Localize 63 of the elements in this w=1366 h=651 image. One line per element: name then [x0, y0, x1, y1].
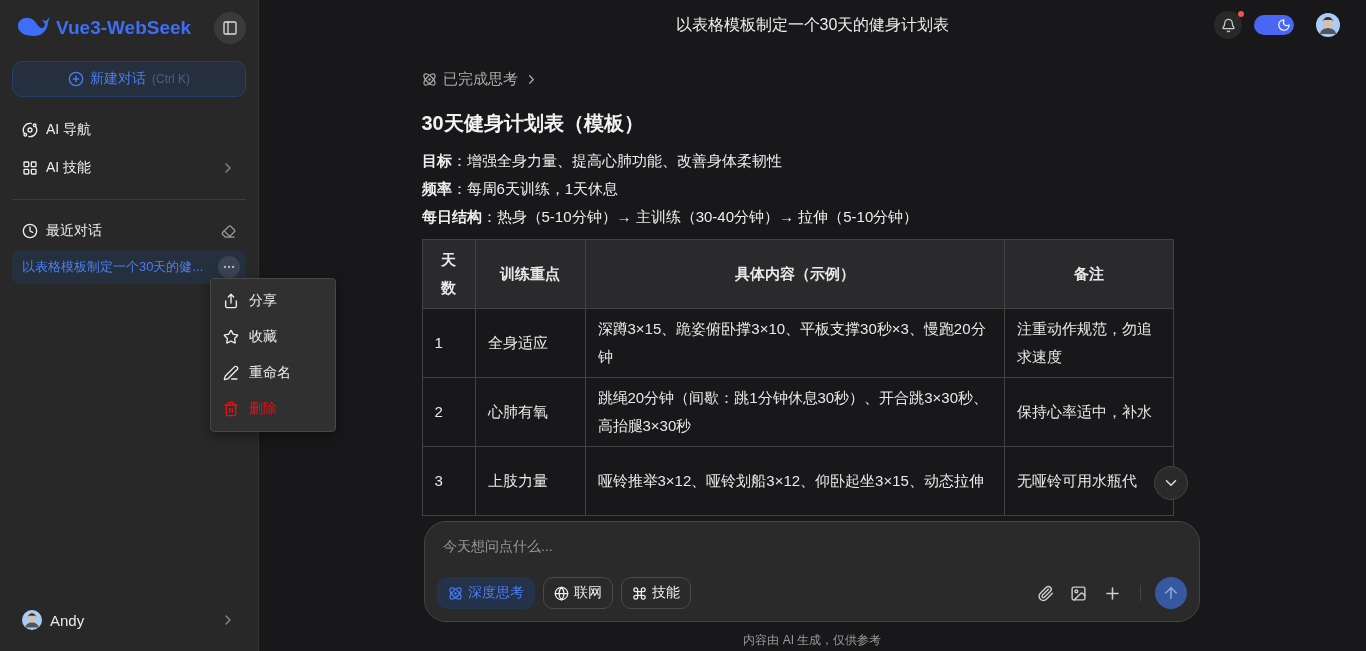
table-cell: 深蹲3×15、跪姿俯卧撑3×10、平板支撑30秒×3、慢跑20分钟	[585, 308, 1004, 378]
paragraph: 目标：增强全身力量、提高心肺功能、改善身体柔韧性	[421, 151, 783, 171]
share-icon	[223, 293, 239, 309]
star-icon	[223, 329, 239, 345]
command-icon	[632, 585, 647, 601]
menu-item[interactable]: 重命名	[211, 355, 335, 391]
table-cell: 全身适应	[475, 308, 585, 378]
pencil-icon	[223, 365, 239, 381]
new-chat-button[interactable]: 新建对话 (Ctrl K)	[12, 61, 246, 97]
scroll-down-button[interactable]	[1154, 466, 1188, 500]
more-button[interactable]	[218, 256, 240, 278]
grid-icon	[22, 160, 38, 176]
table-cell: 3	[422, 446, 475, 516]
paragraph: 频率：每周6天训练，1天休息	[421, 179, 620, 199]
notification-button[interactable]	[1214, 11, 1242, 39]
atom-icon	[421, 71, 437, 87]
table-cell: 无哑铃可用水瓶代	[1004, 446, 1173, 516]
table-cell: 哑铃推举3×12、哑铃划船3×12、仰卧起坐3×15、动态拉伸	[585, 446, 1004, 516]
article-heading: 30天健身计划表（模板）	[421, 111, 645, 136]
paragraph: 每日结构：热身（5-10分钟）→ 主训练（30-40分钟）→ 拉伸（5-10分钟）	[421, 207, 920, 227]
plus-circle-icon	[68, 71, 84, 87]
avatar[interactable]	[1316, 13, 1340, 37]
sidebar-toggle-button[interactable]	[214, 12, 246, 44]
table-cell: 跳绳20分钟（间歇：跳1分钟休息30秒）、开合跳3×30秒、高抬腿3×30秒	[585, 377, 1004, 447]
mode-chip[interactable]: 联网	[543, 577, 613, 609]
mode-chip[interactable]: 深度思考	[437, 577, 535, 609]
globe-icon	[554, 585, 569, 601]
image-icon	[1070, 584, 1087, 602]
nav-item[interactable]: AI 技能	[12, 149, 246, 187]
paperclip-icon	[1037, 584, 1054, 602]
table-cell: 心肺有氧	[475, 377, 585, 447]
history-item[interactable]: 以表格模板制定一个30天的健...	[12, 250, 246, 284]
theme-toggle[interactable]	[1254, 15, 1294, 35]
trash-icon	[223, 401, 239, 417]
column-header: 备注	[1004, 239, 1173, 309]
avatar[interactable]	[22, 610, 42, 630]
menu-item[interactable]: 分享	[211, 283, 335, 319]
moon-icon	[1277, 18, 1291, 32]
table-cell: 注重动作规范，勿追求速度	[1004, 308, 1173, 378]
atom-icon	[448, 585, 463, 601]
table-cell: 保持心率适中，补水	[1004, 377, 1173, 447]
orbit-icon	[22, 122, 38, 138]
column-header: 训练重点	[475, 239, 585, 309]
logo-text: Vue3-WebSeek	[56, 17, 192, 39]
chat-title: 以表格模板制定一个30天的健身计划表	[675, 14, 950, 35]
section-title: 最近对话	[46, 222, 103, 240]
clear-icon[interactable]	[221, 223, 236, 239]
clock-icon	[22, 223, 38, 239]
nav-item[interactable]: AI 导航	[12, 111, 246, 149]
table-cell: 1	[422, 308, 475, 378]
user-profile[interactable]: Andy	[12, 589, 246, 651]
thinking-toggle[interactable]: 已完成思考	[421, 68, 1174, 90]
table-cell: 上肢力量	[475, 446, 585, 516]
message-input[interactable]: 今天想问点什么...	[437, 534, 1187, 558]
sidebar-icon	[222, 20, 238, 36]
menu-item[interactable]: 收藏	[211, 319, 335, 355]
column-header: 具体内容（示例）	[585, 239, 1004, 309]
table-cell: 2	[422, 377, 475, 447]
mode-chip[interactable]: 技能	[621, 577, 691, 609]
send-button[interactable]	[1155, 577, 1187, 609]
column-header: 天数	[422, 239, 475, 309]
disclaimer-text: 内容由 AI 生成，仅供参考	[743, 633, 882, 647]
bell-icon	[1220, 17, 1236, 33]
